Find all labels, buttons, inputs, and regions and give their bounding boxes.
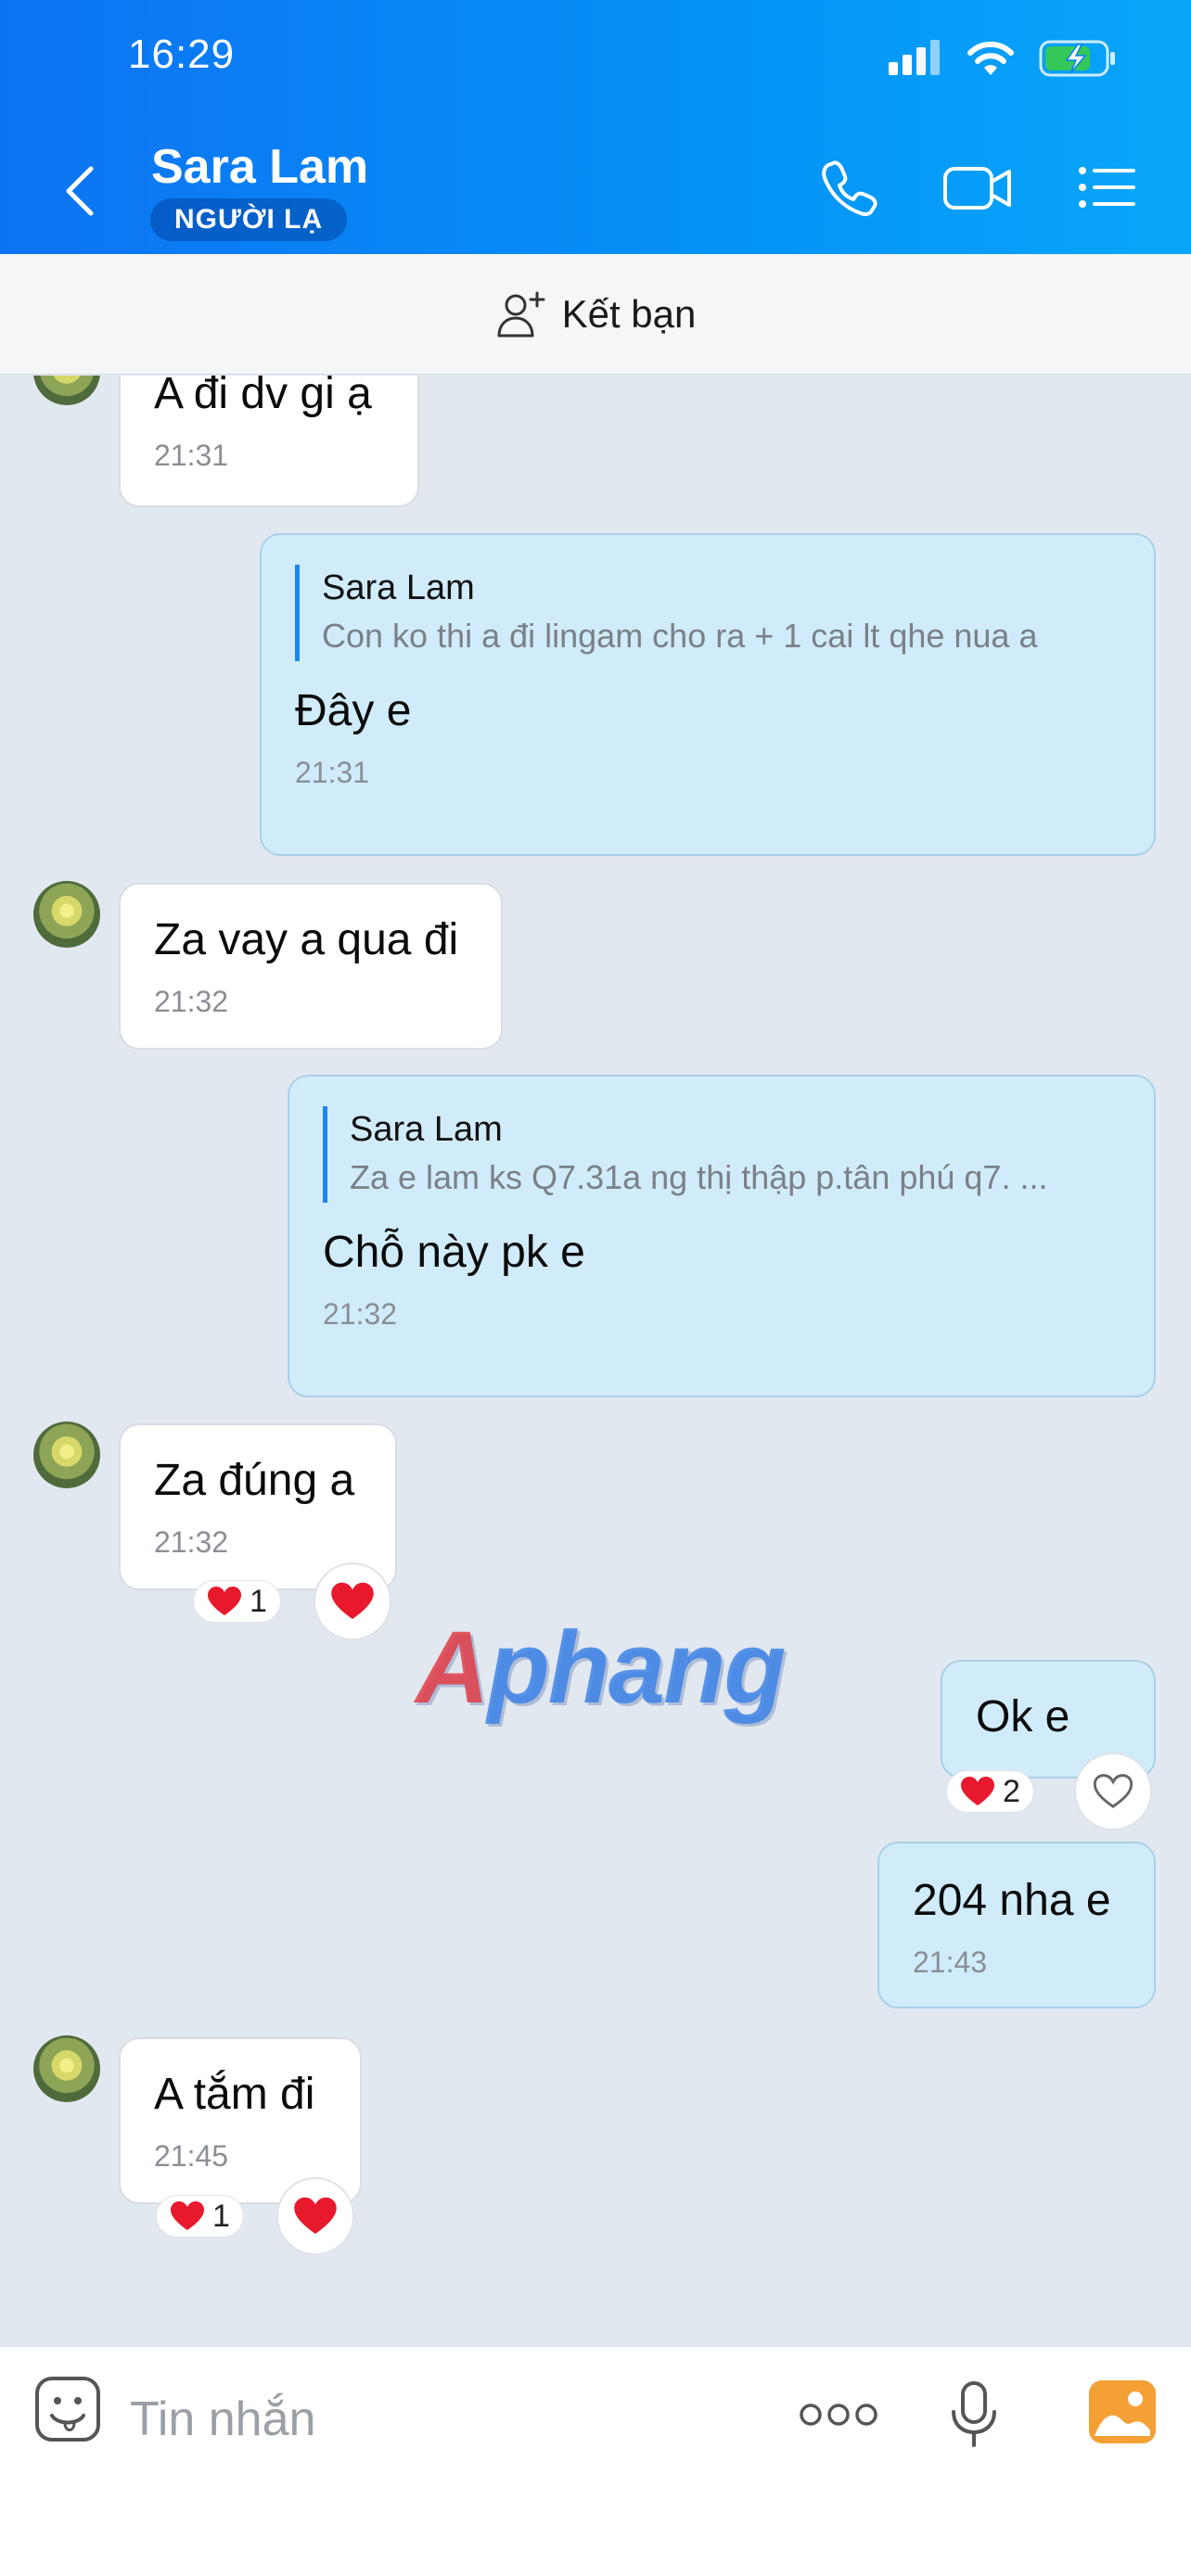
avatar[interactable]: [33, 376, 100, 405]
reaction-summary[interactable]: 2: [946, 1770, 1034, 1813]
more-options-icon[interactable]: [800, 2401, 877, 2429]
heart-outline-icon: [1093, 1774, 1133, 1808]
message-input[interactable]: [130, 2382, 742, 2456]
message-text: Za vay a qua đi: [154, 915, 459, 964]
heart-icon: [171, 2201, 204, 2230]
message-text: Ok e: [976, 1692, 1070, 1741]
status-icons: [887, 39, 1117, 78]
heart-icon: [294, 2197, 337, 2234]
reaction-summary[interactable]: 1: [156, 2195, 244, 2238]
add-friend-label: Kết bạn: [561, 291, 697, 336]
message-time: 21:32: [323, 1297, 398, 1331]
battery-charging-icon: [1039, 40, 1115, 77]
message-time: 21:31: [295, 756, 370, 789]
gallery-icon[interactable]: [1087, 2378, 1158, 2445]
heart-icon: [208, 1587, 241, 1615]
avatar[interactable]: [33, 881, 100, 948]
message-bubble-outgoing[interactable]: Sara Lam Con ko thi a đi lingam cho ra +…: [260, 533, 1156, 856]
avatar[interactable]: [33, 2035, 100, 2102]
video-call-icon[interactable]: [942, 158, 1013, 217]
reply-quote[interactable]: Sara Lam Con ko thi a đi lingam cho ra +…: [295, 565, 1121, 661]
message-time: 21:32: [154, 985, 229, 1018]
composer-bar: [0, 2346, 1191, 2576]
quote-text: Con ko thi a đi lingam cho ra + 1 cai lt…: [322, 617, 1038, 655]
message-time: 21:43: [913, 1945, 988, 1979]
quote-sender: Sara Lam: [322, 568, 475, 607]
stranger-badge: NGƯỜI LẠ: [150, 198, 348, 241]
chat-header: 16:29 Sara Lam NGƯỜI LẠ: [0, 0, 1191, 254]
message-bubble-incoming[interactable]: Za vay a qua đi 21:32: [119, 883, 503, 1050]
reaction-count: 1: [250, 1583, 267, 1619]
heart-icon: [961, 1777, 994, 1805]
react-button[interactable]: [1074, 1753, 1152, 1830]
sticker-icon[interactable]: [33, 2375, 102, 2443]
message-list[interactable]: A đi dv gi ạ 21:31 Sara Lam Con ko thi a…: [0, 376, 1191, 2346]
message-text: A tắm đi: [154, 2070, 315, 2119]
watermark-logo: Aphang: [416, 1611, 786, 1725]
signal-icon: [889, 40, 940, 75]
message-bubble-outgoing[interactable]: Sara Lam Za e lam ks Q7.31a ng thị thập …: [288, 1075, 1156, 1397]
contact-name[interactable]: Sara Lam: [151, 139, 368, 195]
quote-text: Za e lam ks Q7.31a ng thị thập p.tân phú…: [350, 1158, 1048, 1196]
react-button[interactable]: [276, 2177, 354, 2255]
add-user-icon: [497, 291, 545, 337]
message-time: 21:31: [154, 439, 229, 472]
quote-sender: Sara Lam: [350, 1110, 503, 1149]
status-time: 16:29: [128, 32, 236, 77]
list-menu-icon[interactable]: [1078, 158, 1137, 217]
add-friend-button[interactable]: Kết bạn: [0, 254, 1191, 375]
react-button[interactable]: [314, 1562, 391, 1640]
reaction-count: 1: [212, 2198, 230, 2234]
wifi-icon: [967, 41, 1014, 75]
message-time: 21:45: [154, 2139, 229, 2173]
message-bubble-outgoing[interactable]: 204 nha e 21:43: [877, 1842, 1156, 2009]
message-bubble-incoming[interactable]: A đi dv gi ạ 21:31: [119, 376, 419, 507]
phone-icon[interactable]: [820, 158, 879, 217]
message-text: Chỗ này pk e: [323, 1228, 585, 1277]
message-text: Đây e: [295, 686, 412, 735]
back-icon[interactable]: [59, 163, 100, 219]
message-text: Za đúng a: [154, 1456, 355, 1505]
message-text: 204 nha e: [913, 1876, 1111, 1925]
heart-icon: [331, 1582, 374, 1619]
avatar[interactable]: [33, 1422, 100, 1488]
message-time: 21:32: [154, 1525, 229, 1559]
microphone-icon[interactable]: [948, 2380, 1000, 2449]
reaction-summary[interactable]: 1: [193, 1580, 281, 1623]
reply-quote[interactable]: Sara Lam Za e lam ks Q7.31a ng thị thập …: [323, 1106, 1121, 1203]
reaction-count: 2: [1003, 1773, 1020, 1809]
message-text: A đi dv gi ạ: [154, 376, 372, 418]
